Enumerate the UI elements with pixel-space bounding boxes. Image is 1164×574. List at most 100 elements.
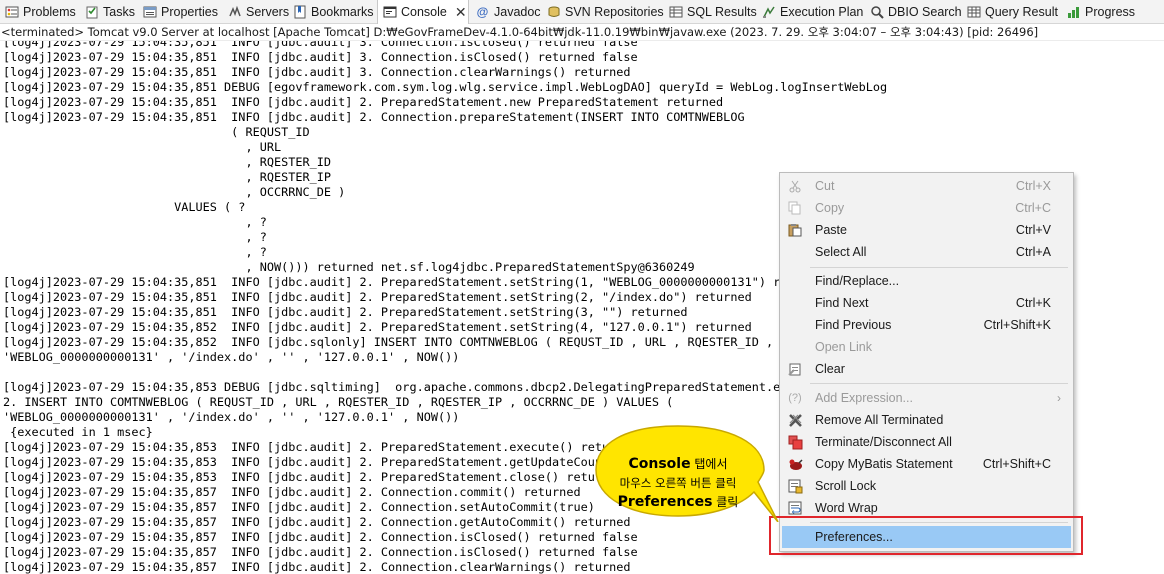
tab-bookmarks[interactable]: Bookmarks bbox=[292, 0, 374, 24]
add-expression-icon: (?) bbox=[788, 392, 802, 404]
tasks-icon bbox=[84, 5, 99, 20]
tab-label: Bookmarks bbox=[311, 5, 374, 19]
console-line: [log4j]2023-07-29 15:04:35,857 INFO [jdb… bbox=[3, 545, 638, 559]
console-line: [log4j]2023-07-29 15:04:35,857 INFO [jdb… bbox=[3, 560, 631, 574]
execution-plan-icon bbox=[761, 5, 776, 20]
console-process-status: <terminated> Tomcat v9.0 Server at local… bbox=[0, 24, 1164, 41]
menu-item-terminate-disconnect-all[interactable]: Terminate/Disconnect All bbox=[782, 431, 1071, 453]
console-line: , ? bbox=[3, 215, 267, 229]
console-line: 'WEBLOG_0000000000131' , '/index.do' , '… bbox=[3, 350, 460, 364]
menu-item-shortcut: Ctrl+Shift+C bbox=[982, 457, 1051, 471]
properties-icon bbox=[142, 5, 157, 20]
console-line: [log4j]2023-07-29 15:04:35,853 DEBUG [jd… bbox=[3, 380, 795, 394]
menu-item-label: Terminate/Disconnect All bbox=[815, 435, 952, 449]
sql-results-icon bbox=[668, 5, 683, 20]
remove-all-terminated-icon bbox=[787, 412, 803, 428]
console-line: , RQESTER_ID bbox=[3, 155, 332, 169]
console-line: , URL bbox=[3, 140, 282, 154]
console-line: [log4j]2023-07-29 15:04:35,851 INFO [jdb… bbox=[3, 305, 688, 319]
menu-item-label: Word Wrap bbox=[815, 501, 878, 515]
tab-label: Problems bbox=[23, 5, 76, 19]
menu-item-clear[interactable]: Clear bbox=[782, 358, 1071, 380]
console-line: [log4j]2023-07-29 15:04:35,857 INFO [jdb… bbox=[3, 530, 638, 544]
console-line: [log4j]2023-07-29 15:04:35,851 INFO [jdb… bbox=[3, 110, 745, 124]
menu-item-paste[interactable]: Paste Ctrl+V bbox=[782, 219, 1071, 241]
menu-separator bbox=[810, 267, 1068, 268]
preferences-highlight-box bbox=[769, 516, 1083, 555]
progress-icon bbox=[1066, 5, 1081, 20]
console-line: 2. INSERT INTO COMTNWEBLOG ( REQUST_ID ,… bbox=[3, 395, 674, 409]
menu-item-find-replace[interactable]: Find/Replace... bbox=[782, 270, 1071, 292]
menu-item-cut[interactable]: Cut Ctrl+X bbox=[782, 175, 1071, 197]
tab-label: Console bbox=[401, 5, 447, 19]
menu-item-shortcut: Ctrl+Shift+K bbox=[983, 318, 1051, 332]
console-line: , ? bbox=[3, 230, 267, 244]
tab-label: Servers bbox=[246, 5, 290, 19]
copy-icon bbox=[787, 200, 803, 216]
menu-item-label: Find Previous bbox=[815, 318, 892, 332]
terminate-icon bbox=[787, 434, 803, 450]
javadoc-icon: @ bbox=[476, 5, 489, 19]
console-line: [log4j]2023-07-29 15:04:35,851 INFO [jdb… bbox=[3, 290, 752, 304]
menu-item-add-expression[interactable]: (?) Add Expression... › bbox=[782, 387, 1071, 409]
callout-line3-bold: Preferences bbox=[617, 494, 713, 510]
menu-item-shortcut: Ctrl+A bbox=[1015, 245, 1051, 259]
menu-item-label: Add Expression... bbox=[815, 391, 913, 405]
cut-icon bbox=[787, 178, 803, 194]
menu-item-remove-all-terminated[interactable]: Remove All Terminated bbox=[782, 409, 1071, 431]
console-icon bbox=[382, 5, 397, 20]
mybatis-icon bbox=[787, 456, 803, 472]
menu-item-label: Find/Replace... bbox=[815, 274, 900, 288]
menu-item-scroll-lock[interactable]: Scroll Lock bbox=[782, 475, 1071, 497]
tab-sql-results[interactable]: SQL Results bbox=[668, 0, 757, 24]
menu-item-shortcut: Ctrl+C bbox=[1015, 201, 1051, 215]
tab-properties[interactable]: Properties bbox=[142, 0, 218, 24]
menu-item-open-link[interactable]: Open Link bbox=[782, 336, 1071, 358]
tab-svn-repositories[interactable]: SVN Repositories bbox=[546, 0, 664, 24]
tab-label: Query Result bbox=[985, 5, 1058, 19]
menu-item-find-next[interactable]: Find Next Ctrl+K bbox=[782, 292, 1071, 314]
bookmarks-icon bbox=[292, 5, 307, 20]
console-line: , ? bbox=[3, 245, 267, 259]
tab-label: Properties bbox=[161, 5, 218, 19]
tab-query-result[interactable]: Query Result bbox=[966, 0, 1058, 24]
menu-item-find-previous[interactable]: Find Previous Ctrl+Shift+K bbox=[782, 314, 1071, 336]
tab-execution-plan[interactable]: Execution Plan bbox=[761, 0, 863, 24]
problems-icon bbox=[4, 5, 19, 20]
console-line: [log4j]2023-07-29 15:04:35,851 DEBUG [eg… bbox=[3, 80, 888, 94]
tab-tasks[interactable]: Tasks bbox=[84, 0, 135, 24]
tab-dbio-search[interactable]: DBIO Search bbox=[869, 0, 962, 24]
menu-item-copy-mybatis-statement[interactable]: Copy MyBatis Statement Ctrl+Shift+C bbox=[782, 453, 1071, 475]
tab-label: SQL Results bbox=[687, 5, 757, 19]
servers-icon bbox=[227, 5, 242, 20]
menu-item-shortcut: Ctrl+X bbox=[1015, 179, 1051, 193]
callout-annotation: Console 탭에서 마우스 오른쪽 버튼 클릭 Preferences 클릭 bbox=[594, 422, 780, 522]
tab-console[interactable]: Console ✕ bbox=[377, 0, 469, 24]
tab-progress[interactable]: Progress bbox=[1066, 0, 1135, 24]
word-wrap-icon bbox=[787, 500, 803, 516]
console-line: VALUES ( ? bbox=[3, 200, 246, 214]
console-line: [log4j]2023-07-29 15:04:35,851 INFO [jdb… bbox=[3, 275, 795, 289]
close-icon[interactable]: ✕ bbox=[455, 4, 467, 21]
console-line: , NOW())) returned net.sf.log4jdbc.Prepa… bbox=[3, 260, 695, 274]
menu-separator bbox=[810, 383, 1068, 384]
callout-line2: 마우스 오른쪽 버튼 클릭 bbox=[619, 476, 737, 490]
console-line: [log4j]2023-07-29 15:04:35,851 INFO [jdb… bbox=[3, 41, 638, 49]
menu-item-select-all[interactable]: Select All Ctrl+A bbox=[782, 241, 1071, 263]
query-result-icon bbox=[966, 5, 981, 20]
submenu-arrow-icon: › bbox=[1057, 391, 1061, 405]
tab-label: Progress bbox=[1085, 5, 1136, 19]
menu-item-label: Scroll Lock bbox=[815, 479, 877, 493]
menu-item-label: Clear bbox=[815, 362, 845, 376]
tab-label: Execution Plan bbox=[780, 5, 864, 19]
tab-label: Javadoc bbox=[494, 5, 541, 19]
menu-item-label: Remove All Terminated bbox=[815, 413, 944, 427]
tab-problems[interactable]: Problems bbox=[4, 0, 76, 24]
menu-item-copy[interactable]: Copy Ctrl+C bbox=[782, 197, 1071, 219]
console-line: [log4j]2023-07-29 15:04:35,851 INFO [jdb… bbox=[3, 95, 724, 109]
tab-servers[interactable]: Servers bbox=[227, 0, 289, 24]
console-line: [log4j]2023-07-29 15:04:35,852 INFO [jdb… bbox=[3, 320, 752, 334]
view-tab-bar: Problems Tasks Properties Servers Bookma… bbox=[0, 0, 1164, 24]
tab-javadoc[interactable]: @ Javadoc bbox=[475, 0, 541, 24]
